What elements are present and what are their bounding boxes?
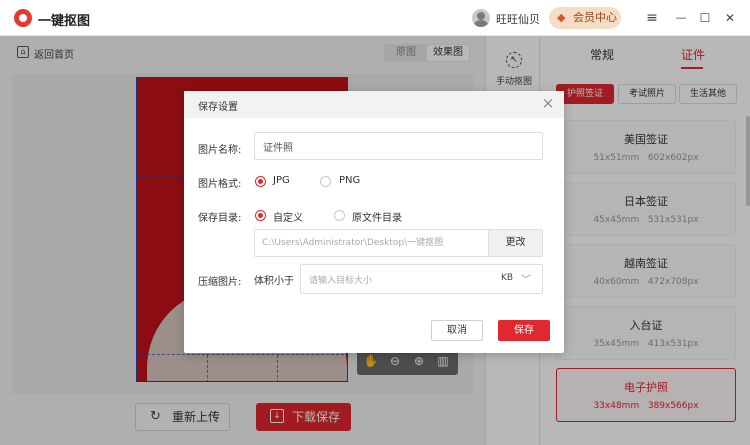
close-icon[interactable]: ×	[540, 95, 556, 111]
minimize-icon[interactable]: —	[671, 8, 691, 28]
dialog-title: 保存设置	[198, 102, 238, 113]
chevron-down-icon[interactable]: ﹀	[521, 271, 531, 286]
save-settings-dialog: 保存设置 × 图片名称: 图片格式: JPG PNG 保存目录: 自定义 原文件…	[184, 91, 564, 353]
image-name-input[interactable]	[254, 132, 543, 160]
title-bar: 一键抠图 旺旺仙贝 ◆ 会员中心 ≡ — ☐ ✕	[0, 0, 750, 36]
unit-select[interactable]: KB	[501, 273, 513, 283]
dir-custom-label[interactable]: 自定义	[273, 209, 303, 224]
vip-center-label: 会员中心	[573, 11, 617, 24]
close-icon[interactable]: ✕	[720, 8, 740, 28]
size-less-than-label: 体积小于	[254, 276, 294, 287]
user-avatar[interactable]	[472, 9, 490, 27]
maximize-icon[interactable]: ☐	[695, 8, 715, 28]
compress-group: 体积小于 请输入目标大小 KB ﹀	[254, 264, 543, 294]
format-png-radio[interactable]	[320, 176, 331, 187]
username[interactable]: 旺旺仙贝	[496, 11, 540, 27]
target-size-input[interactable]: 请输入目标大小 KB ﹀	[300, 264, 543, 294]
cancel-button[interactable]: 取消	[431, 320, 483, 341]
diamond-icon: ◆	[557, 11, 566, 24]
image-format-label: 图片格式:	[198, 179, 242, 190]
dialog-header: 保存设置 ×	[184, 91, 564, 118]
save-button[interactable]: 保存	[498, 320, 550, 341]
format-jpg-label[interactable]: JPG	[273, 175, 290, 186]
dir-original-radio[interactable]	[334, 210, 345, 221]
compress-label: 压缩图片:	[198, 277, 242, 288]
format-png-label[interactable]: PNG	[339, 175, 360, 186]
dir-custom-radio[interactable]	[255, 210, 266, 221]
vip-center-button[interactable]: ◆ 会员中心	[549, 7, 621, 29]
app-name: 一键抠图	[38, 14, 91, 29]
app-logo-icon	[14, 9, 32, 27]
save-path-field[interactable]: C:\Users\Administrator\Desktop\一键抠图	[254, 229, 489, 257]
save-directory-label: 保存目录:	[198, 213, 242, 224]
dir-original-label[interactable]: 原文件目录	[352, 209, 402, 224]
change-directory-button[interactable]: 更改	[488, 229, 543, 257]
format-jpg-radio[interactable]	[255, 176, 266, 187]
menu-icon[interactable]: ≡	[642, 8, 662, 28]
target-size-placeholder: 请输入目标大小	[309, 276, 373, 286]
image-name-label: 图片名称:	[198, 145, 242, 156]
